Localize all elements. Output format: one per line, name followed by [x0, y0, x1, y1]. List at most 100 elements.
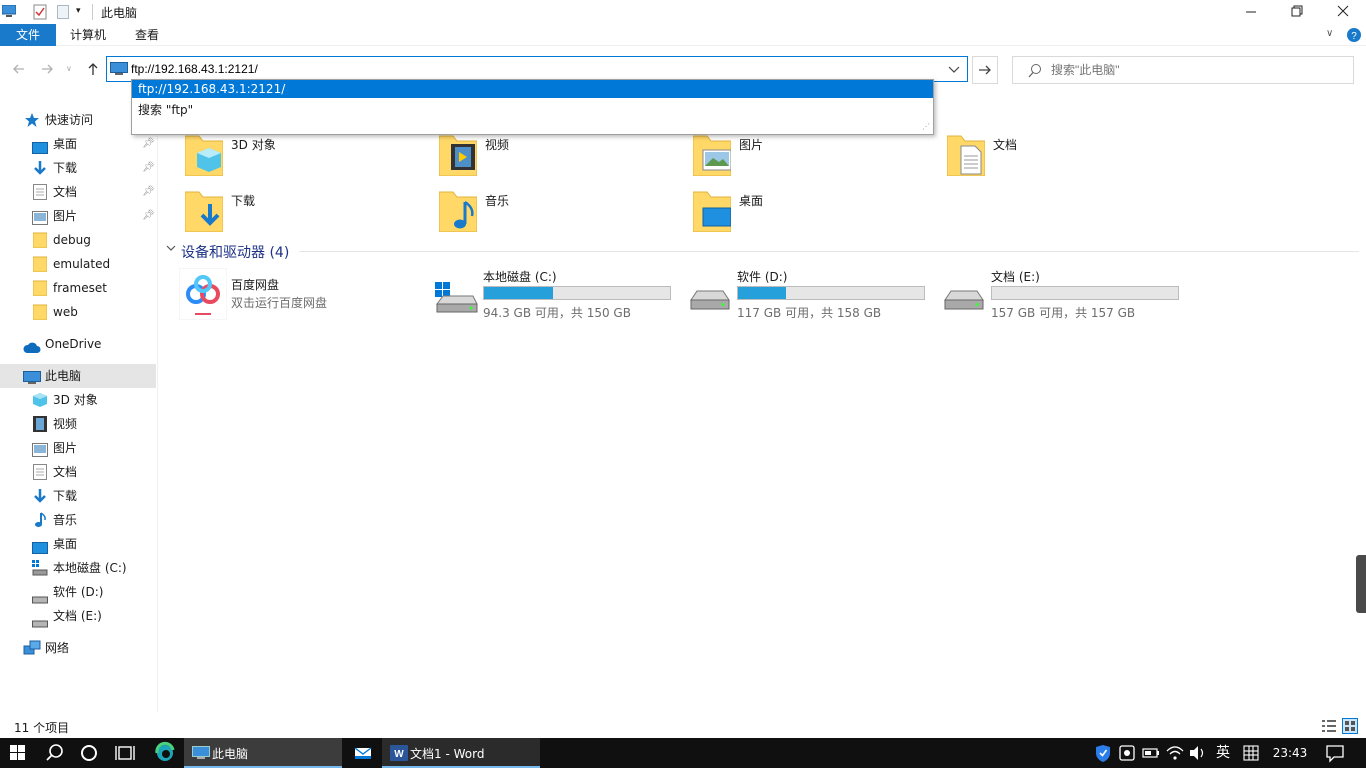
pin-icon[interactable]: 📌︎: [142, 180, 155, 204]
taskbar-explorer-button[interactable]: 此电脑: [184, 738, 342, 768]
sidebar-item-debug[interactable]: debug: [0, 228, 156, 252]
drive-name: 软件 (D:): [737, 270, 788, 284]
task-view-icon[interactable]: [108, 738, 142, 768]
ribbon-tabs: 文件 计算机 查看 ∨ ?: [0, 24, 1366, 46]
sidebar-item-label: emulated: [53, 257, 111, 271]
sidebar-item-emulated[interactable]: emulated: [0, 252, 156, 276]
pin-icon[interactable]: 📌︎: [142, 156, 155, 180]
folder-3d-objects[interactable]: 3D 对象: [184, 132, 435, 184]
sidebar-item-label: 此电脑: [45, 369, 82, 383]
battery-icon[interactable]: [1140, 738, 1162, 768]
search-input[interactable]: [1051, 62, 1341, 78]
window-title: 此电脑: [101, 6, 138, 20]
side-panel-handle[interactable]: [1356, 555, 1366, 613]
tray-app-icon[interactable]: [1116, 738, 1138, 768]
close-button[interactable]: [1320, 0, 1366, 24]
computer-icon: [1, 4, 17, 17]
mail-icon[interactable]: [346, 738, 380, 768]
resize-grip-icon[interactable]: ⋰: [922, 122, 930, 131]
sidebar-item-label: 音乐: [53, 513, 78, 527]
back-button[interactable]: [10, 60, 28, 78]
sidebar-item-network[interactable]: 网络: [0, 636, 156, 660]
sidebar-item-desktop[interactable]: 桌面 📌︎: [0, 132, 156, 156]
tab-computer[interactable]: 计算机: [58, 24, 118, 46]
sidebar-item-desktop[interactable]: 桌面: [0, 532, 156, 556]
drive-e[interactable]: 文档 (E:) 157 GB 可用，共 157 GB: [941, 268, 1191, 328]
forward-button[interactable]: [38, 60, 56, 78]
notification-icon[interactable]: [1320, 738, 1350, 768]
sidebar-item-this-pc[interactable]: 此电脑: [0, 364, 156, 388]
sidebar-item-downloads[interactable]: 下载: [0, 484, 156, 508]
search-box[interactable]: [1012, 56, 1354, 84]
chevron-down-icon[interactable]: [165, 242, 177, 254]
suggestion-item[interactable]: 搜索 "ftp": [132, 99, 933, 117]
restore-button[interactable]: [1274, 0, 1320, 24]
folder-3d-icon: [184, 132, 224, 177]
taskbar-word-button[interactable]: W 文档1 - Word: [382, 738, 540, 768]
sidebar-item-drive-e[interactable]: 文档 (E:): [0, 604, 156, 628]
chevron-down-icon[interactable]: [945, 60, 963, 78]
drive-space-info: 157 GB 可用，共 157 GB: [991, 306, 1136, 320]
drive-c[interactable]: 本地磁盘 (C:) 94.3 GB 可用，共 150 GB: [433, 268, 683, 328]
tab-view[interactable]: 查看: [123, 24, 171, 46]
folder-documents[interactable]: 文档: [946, 132, 1197, 184]
details-view-icon[interactable]: [1322, 719, 1336, 733]
clock[interactable]: 23:43: [1268, 738, 1312, 768]
drive-usage-fill: [738, 287, 787, 299]
expand-ribbon-icon[interactable]: ∨: [1326, 28, 1333, 39]
drive-d[interactable]: 软件 (D:) 117 GB 可用，共 158 GB: [687, 268, 937, 328]
folder-label: 文档: [993, 138, 1018, 152]
edge-icon[interactable]: [148, 738, 182, 768]
folder-music[interactable]: 音乐: [438, 188, 689, 240]
wifi-icon[interactable]: [1164, 738, 1186, 768]
folder-desktop[interactable]: 桌面: [692, 188, 943, 240]
sidebar-item-drive-d[interactable]: 软件 (D:): [0, 580, 156, 604]
sidebar-item-documents[interactable]: 文档 📌︎: [0, 180, 156, 204]
sidebar-item-drive-c[interactable]: 本地磁盘 (C:): [0, 556, 156, 580]
tab-file[interactable]: 文件: [0, 24, 56, 46]
network-icon: [23, 640, 41, 664]
sidebar-item-music[interactable]: 音乐: [0, 508, 156, 532]
sidebar-item-pictures[interactable]: 图片: [0, 436, 156, 460]
folder-downloads[interactable]: 下载: [184, 188, 435, 240]
folder-videos[interactable]: 视频: [438, 132, 689, 184]
go-button[interactable]: [972, 56, 998, 84]
recent-locations-icon[interactable]: ∨: [66, 64, 72, 73]
pin-icon[interactable]: 📌︎: [142, 132, 155, 156]
new-folder-icon[interactable]: [57, 5, 69, 19]
ime-mode-icon[interactable]: [1240, 738, 1262, 768]
svg-text:?: ?: [1351, 31, 1357, 42]
sidebar-item-videos[interactable]: 视频: [0, 412, 156, 436]
chevron-down-icon[interactable]: ▾: [76, 6, 86, 18]
volume-icon[interactable]: [1186, 738, 1208, 768]
sidebar-item-downloads[interactable]: 下载 📌︎: [0, 156, 156, 180]
help-icon[interactable]: ?: [1346, 27, 1362, 43]
up-button[interactable]: [84, 60, 102, 78]
cortana-icon[interactable]: [72, 738, 106, 768]
drive-name: 文档 (E:): [991, 270, 1040, 284]
app-baidu-netdisk[interactable]: 百度网盘 双击运行百度网盘: [178, 267, 429, 328]
properties-icon[interactable]: [33, 4, 47, 20]
start-button[interactable]: [0, 738, 36, 768]
sidebar-item-frameset[interactable]: frameset: [0, 276, 156, 300]
suggestion-item[interactable]: ftp://192.168.43.1:2121/: [132, 80, 933, 98]
section-header-devices[interactable]: 设备和驱动器 (4): [181, 242, 289, 262]
folder-label: 下载: [231, 194, 256, 208]
svg-text:W: W: [394, 749, 404, 760]
sidebar-item-3d-objects[interactable]: 3D 对象: [0, 388, 156, 412]
sidebar-item-pictures[interactable]: 图片 📌︎: [0, 204, 156, 228]
search-icon[interactable]: [38, 738, 72, 768]
folder-label: 视频: [485, 138, 510, 152]
sidebar-item-label: 文档: [53, 185, 78, 199]
tiles-view-icon[interactable]: [1342, 718, 1358, 734]
sidebar-item-onedrive[interactable]: OneDrive: [0, 332, 156, 356]
folder-label: 图片: [739, 138, 764, 152]
sidebar-item-web[interactable]: web: [0, 300, 156, 324]
shield-icon[interactable]: [1092, 738, 1114, 768]
sidebar-item-documents[interactable]: 文档: [0, 460, 156, 484]
minimize-button[interactable]: [1228, 0, 1274, 24]
folder-pictures[interactable]: 图片: [692, 132, 943, 184]
pin-icon[interactable]: 📌︎: [142, 204, 155, 228]
ime-indicator[interactable]: 英: [1212, 738, 1234, 768]
address-input[interactable]: [131, 60, 931, 78]
